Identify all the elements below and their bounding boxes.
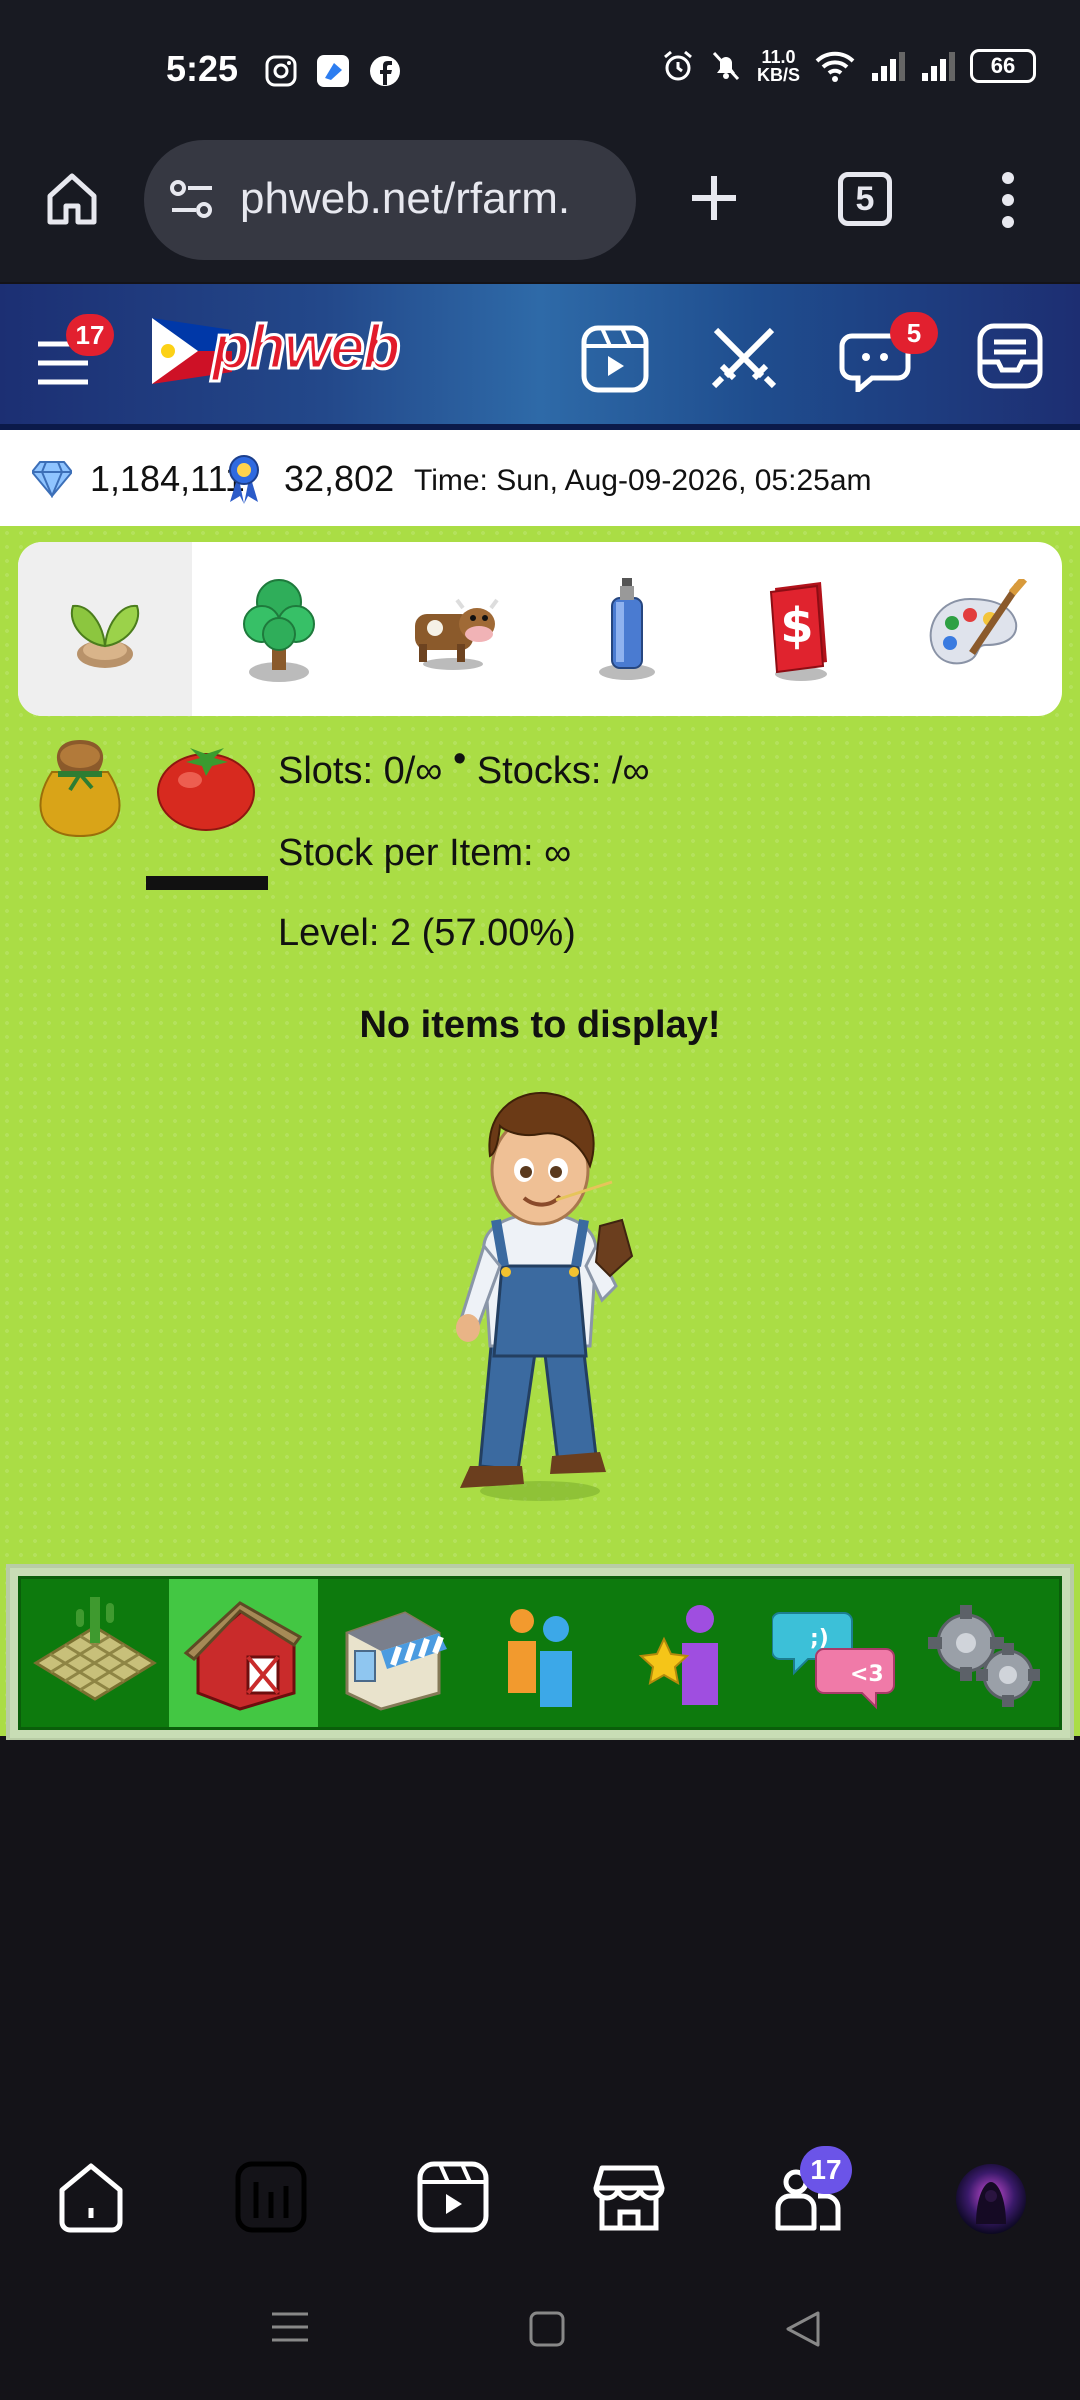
category-tabs: $: [18, 542, 1062, 716]
paint-palette-icon: [929, 579, 1028, 665]
signal-icon-2: [922, 52, 955, 81]
slots-stocks-line: Slots: 0/∞ • Stocks: /∞: [278, 738, 650, 793]
tab-market[interactable]: $: [714, 542, 888, 716]
sprout-icon: [70, 604, 140, 668]
tool-barn[interactable]: [169, 1579, 318, 1727]
lower-blank-area: [0, 1740, 1080, 2400]
nav-store-icon[interactable]: [592, 2160, 666, 2234]
tool-shop[interactable]: [318, 1579, 466, 1727]
svg-text:<3: <3: [850, 1662, 884, 1687]
shop-icon: [345, 1611, 447, 1711]
diamond-icon: [32, 461, 72, 498]
nav-friends-badge: 17: [800, 2146, 852, 2194]
tool-favorites[interactable]: [614, 1579, 762, 1727]
chat-bubbles-icon: ;) <3: [771, 1612, 895, 1710]
spray-can-icon: [599, 578, 655, 680]
slots-text: Slots: 0/∞: [278, 750, 443, 792]
site-settings-icon[interactable]: [168, 178, 216, 222]
game-area: $ Slots: 0/∞ • Stocks: /∞ Stock per Item…: [0, 526, 1080, 1742]
nav-stats-icon[interactable]: [234, 2160, 308, 2234]
nav-reels-icon[interactable]: [416, 2160, 490, 2234]
battle-swords-icon[interactable]: [708, 322, 780, 394]
dollar-card-icon: $: [769, 582, 827, 681]
tab-seeds[interactable]: [18, 542, 192, 716]
ribbon-icon: [229, 455, 259, 504]
profile-avatar[interactable]: [954, 2162, 1028, 2236]
home-gesture-icon[interactable]: [528, 2310, 566, 2348]
selected-item-underline: [146, 876, 268, 890]
reels-icon[interactable]: [580, 324, 650, 394]
game-toolbar: ;) <3: [6, 1564, 1074, 1742]
net-speed: 11.0 KB/S: [757, 48, 800, 84]
facebook-icon: [370, 56, 400, 86]
app-icon: [317, 55, 349, 87]
back-gesture-icon[interactable]: [784, 2310, 822, 2348]
recent-apps-icon[interactable]: [270, 2310, 310, 2344]
url-text: phweb.net/rfarm.: [240, 174, 571, 223]
ribbon-count: 32,802: [284, 458, 395, 499]
site-header: 17 phweb 5: [0, 284, 1080, 430]
status-time: 5:25: [166, 48, 239, 89]
tomato-icon[interactable]: [152, 736, 260, 834]
status-bar: 5:25 11.0 KB/S 66: [0, 0, 1080, 130]
neighbors-icon: [507, 1609, 572, 1707]
address-bar[interactable]: phweb.net/rfarm.: [144, 140, 636, 260]
favorite-person-icon: [638, 1605, 719, 1705]
settings-gears-icon: [927, 1605, 1040, 1707]
tab-tools[interactable]: [540, 542, 714, 716]
cow-icon: [415, 598, 499, 670]
mute-bell-icon: [712, 51, 740, 81]
server-time: Time: Sun, Aug-09-2026, 05:25am: [414, 464, 872, 497]
tool-farm[interactable]: [21, 1579, 169, 1727]
browser-toolbar: phweb.net/rfarm. 5: [0, 130, 1080, 282]
stocks-text: Stocks: /∞: [476, 750, 650, 792]
net-speed-value: 11.0: [761, 47, 796, 67]
tab-switcher-button[interactable]: 5: [838, 172, 892, 226]
currency-bar: 1,184,111 32,802 Time: Sun, Aug-09-2026,…: [0, 430, 1080, 526]
status-right: 11.0 KB/S 66: [661, 48, 1036, 84]
menu-badge: 17: [66, 314, 114, 356]
svg-text:;): ;): [810, 1626, 829, 1651]
barn-icon: [184, 1601, 303, 1711]
farm-plot-icon: [33, 1597, 158, 1701]
tool-neighbors[interactable]: [466, 1579, 614, 1727]
tab-animals[interactable]: [366, 542, 540, 716]
separator-dot: •: [452, 738, 467, 780]
battery-indicator: 66: [970, 49, 1036, 83]
empty-message: No items to display!: [359, 1004, 721, 1046]
more-menu-icon[interactable]: [990, 170, 1026, 230]
tool-chat[interactable]: ;) <3: [762, 1579, 910, 1727]
chat-badge: 5: [890, 312, 938, 354]
new-tab-icon[interactable]: [686, 170, 742, 226]
game-toolbar-inner: ;) <3: [18, 1576, 1062, 1730]
svg-text:$: $: [780, 598, 813, 654]
wifi-icon: [815, 51, 855, 82]
diamond-count: 1,184,111: [90, 458, 245, 499]
nav-home-icon[interactable]: [54, 2160, 128, 2234]
phweb-logo[interactable]: phweb: [152, 312, 402, 388]
home-icon[interactable]: [42, 168, 102, 228]
tree-icon: [243, 579, 315, 682]
stock-per-item-text: Stock per Item: ∞: [278, 832, 572, 874]
net-speed-unit: KB/S: [756, 65, 800, 85]
tab-decorations[interactable]: [888, 542, 1062, 716]
instagram-icon: [265, 55, 297, 87]
tab-trees[interactable]: [192, 542, 366, 716]
alarm-icon: [664, 50, 692, 81]
seed-bag-icon[interactable]: [32, 732, 128, 842]
logo-text: phweb: [210, 312, 401, 384]
inbox-icon[interactable]: [976, 322, 1044, 390]
signal-icon: [872, 52, 905, 81]
farmer-character-icon: [456, 1092, 634, 1501]
level-text: Level: 2 (57.00%): [278, 912, 576, 954]
tool-settings[interactable]: [911, 1579, 1059, 1727]
